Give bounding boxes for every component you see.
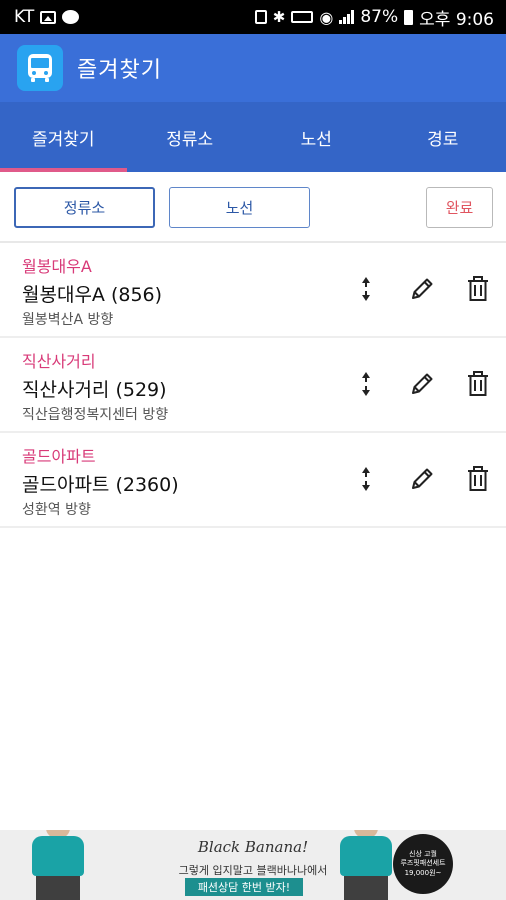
tab-favorites[interactable]: 즐겨찾기: [0, 102, 127, 172]
status-right: ✱ ◉ 87% 오후 9:06: [254, 5, 494, 30]
delete-icon[interactable]: [460, 461, 496, 497]
app-bar: 즐겨찾기: [0, 34, 506, 102]
tab-stops[interactable]: 정류소: [127, 102, 254, 172]
stop-direction: 월봉벽산A 방향: [22, 312, 114, 328]
message-icon: [62, 10, 80, 24]
list-item[interactable]: 월봉대우A 월봉대우A (856) 월봉벽산A 방향: [0, 243, 506, 338]
edit-icon[interactable]: [404, 461, 440, 497]
delete-icon[interactable]: [460, 366, 496, 402]
status-bar: KT ✱ ◉ 87% 오후 9:06: [0, 0, 506, 34]
ad-badge-price: 19,000원~: [404, 868, 442, 877]
battery-icon: [404, 9, 414, 25]
done-button[interactable]: 완료: [426, 187, 493, 228]
lock-icon: [254, 10, 267, 24]
vibrate-icon: [291, 11, 314, 23]
route-filter-button[interactable]: 노선: [169, 187, 310, 228]
image-icon: [40, 10, 57, 24]
tab-routes[interactable]: 노선: [253, 102, 380, 172]
edit-icon[interactable]: [404, 366, 440, 402]
list-item[interactable]: 직산사거리 직산사거리 (529) 직산읍행정복지센터 방향: [0, 338, 506, 433]
filter-row: 정류소 노선 완료: [0, 172, 506, 242]
reorder-icon[interactable]: [348, 271, 384, 307]
tab-directions[interactable]: 경로: [380, 102, 506, 172]
tab-bar: 즐겨찾기 정류소 노선 경로: [0, 102, 506, 172]
bluetooth-icon: ✱: [272, 8, 286, 26]
edit-icon[interactable]: [404, 271, 440, 307]
stop-name: 직산사거리 (529): [22, 379, 167, 401]
clock: 오후 9:06: [419, 9, 494, 30]
stop-direction: 성환역 방향: [22, 502, 91, 518]
stop-name: 골드아파트 (2360): [22, 474, 179, 496]
stop-name: 월봉대우A (856): [22, 284, 163, 306]
page-title: 즐겨찾기: [77, 58, 162, 83]
bus-icon: [17, 45, 63, 91]
signal-icon: [339, 10, 355, 24]
stop-title: 월봉대우A: [22, 257, 92, 276]
stop-title: 직산사거리: [22, 352, 96, 371]
battery-percent: 87%: [360, 7, 399, 27]
ad-price-badge: 신상 고퀄 루즈핏패션세트 19,000원~: [393, 834, 453, 894]
stop-filter-button[interactable]: 정류소: [14, 187, 155, 228]
list-item[interactable]: 골드아파트 골드아파트 (2360) 성환역 방향: [0, 433, 506, 528]
reorder-icon[interactable]: [348, 461, 384, 497]
wifi-icon: ◉: [319, 7, 334, 27]
ad-badge-line: 루즈핏패션세트: [400, 859, 446, 868]
reorder-icon[interactable]: [348, 366, 384, 402]
status-left: KT: [14, 7, 80, 27]
favorites-list: 월봉대우A 월봉대우A (856) 월봉벽산A 방향 직산사거리 직산사거리 (…: [0, 243, 506, 528]
stop-title: 골드아파트: [22, 447, 96, 466]
ad-badge-line: 신상 고퀄: [409, 849, 437, 858]
ad-cta: 패션상담 한번 받자!: [185, 878, 303, 896]
delete-icon[interactable]: [460, 271, 496, 307]
ad-banner[interactable]: Black Banana! 그렇게 입지말고 블랙바나나에서 패션상담 한번 받…: [0, 830, 506, 900]
carrier-label: KT: [14, 7, 35, 27]
stop-direction: 직산읍행정복지센터 방향: [22, 407, 169, 423]
